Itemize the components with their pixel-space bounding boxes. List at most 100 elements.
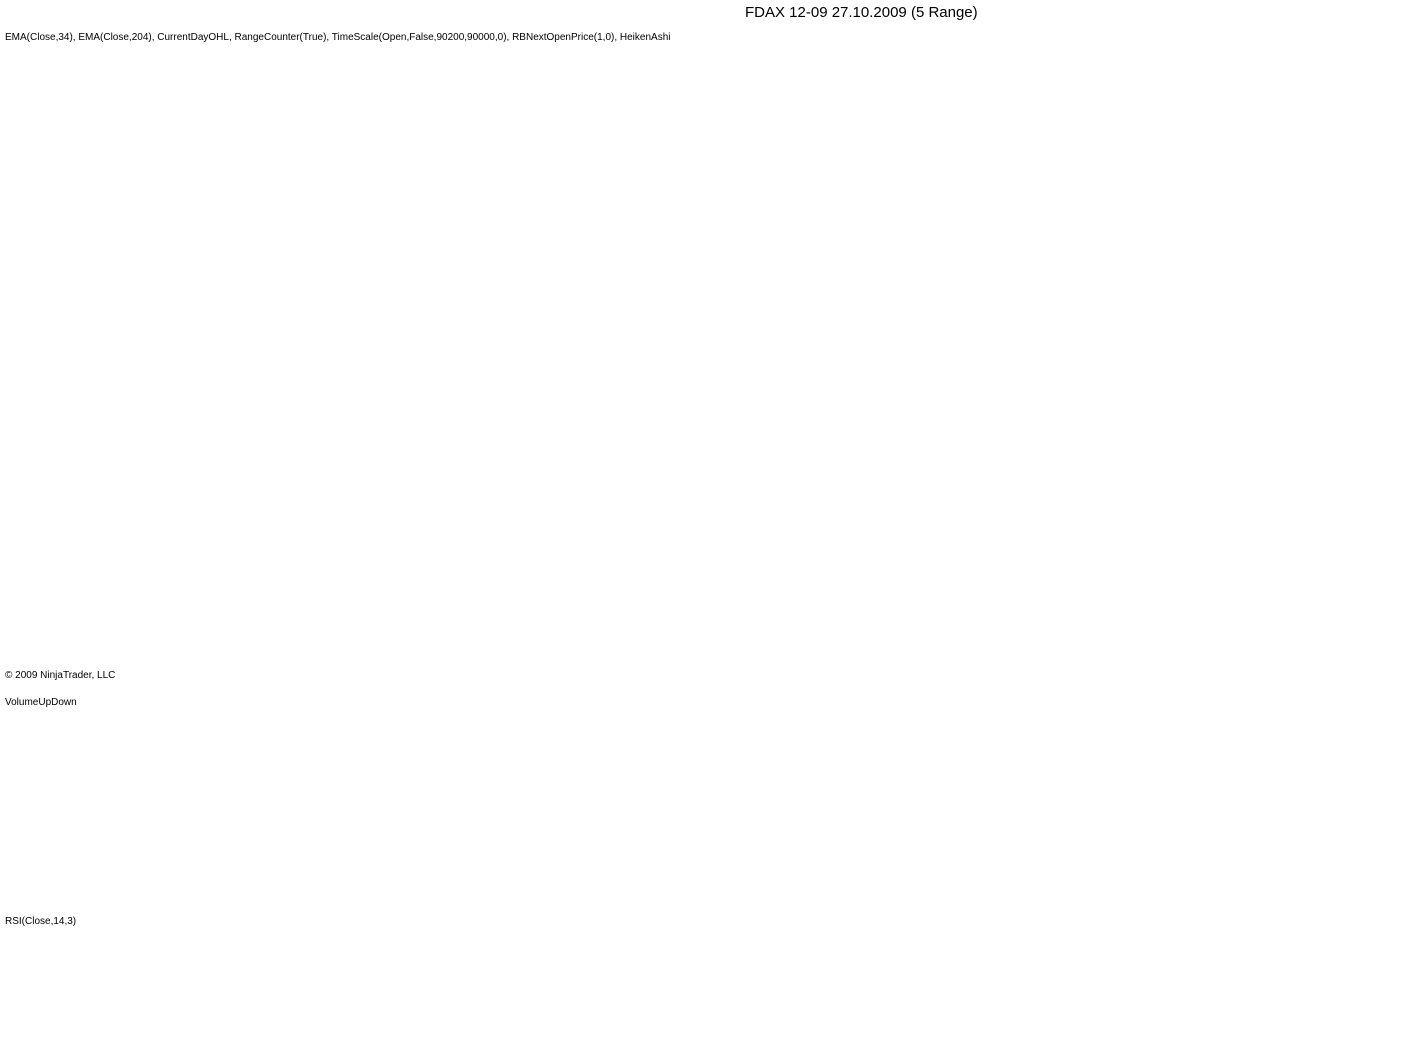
candle-body bbox=[537, 362, 545, 375]
candle-body bbox=[317, 440, 325, 469]
candle-body bbox=[1067, 275, 1075, 300]
candle-body bbox=[1007, 330, 1015, 340]
candle-body bbox=[567, 372, 575, 376]
candle-body bbox=[1357, 378, 1365, 445]
candle-body bbox=[1337, 325, 1345, 370]
candle-body bbox=[447, 262, 455, 320]
candle-body bbox=[937, 270, 945, 279]
time-highlight-band bbox=[1195, 35, 1307, 685]
candle-body bbox=[667, 399, 675, 410]
candle-body bbox=[697, 320, 705, 374]
candle-body bbox=[627, 368, 635, 372]
candle-body bbox=[1147, 265, 1155, 293]
candle-body bbox=[217, 480, 225, 483]
candle-body bbox=[637, 369, 645, 375]
candle-body bbox=[387, 250, 395, 292]
candle-body bbox=[1307, 263, 1315, 300]
candle-body bbox=[747, 240, 755, 284]
ema-204-line bbox=[10, 364, 1422, 484]
candle-body bbox=[777, 150, 785, 213]
candle-body bbox=[917, 270, 925, 283]
candle-body bbox=[437, 244, 445, 280]
candle-body bbox=[67, 370, 75, 408]
day-high-line bbox=[661, 129, 1424, 360]
candle-body bbox=[1387, 457, 1395, 480]
candle-body bbox=[837, 215, 845, 250]
candle-body bbox=[1117, 325, 1125, 334]
candle-body bbox=[467, 315, 475, 370]
candle-body bbox=[967, 303, 975, 330]
day-low-line bbox=[661, 427, 1424, 555]
candle-body bbox=[1297, 256, 1305, 270]
candle-body bbox=[37, 440, 45, 500]
candle-body bbox=[817, 192, 825, 210]
candle-body bbox=[307, 467, 315, 471]
candle-body bbox=[1057, 270, 1065, 281]
chart-title: FDAX 12-09 27.10.2009 (5 Range) bbox=[745, 4, 978, 21]
candle-body bbox=[287, 450, 295, 501]
candle-body bbox=[997, 330, 1005, 333]
candle-body bbox=[1047, 270, 1055, 292]
candle-body bbox=[907, 275, 915, 291]
candle-body bbox=[1317, 281, 1325, 320]
candle-body bbox=[527, 359, 535, 365]
candle-body bbox=[1327, 300, 1335, 350]
candle-body bbox=[357, 290, 365, 365]
candle-body bbox=[517, 355, 525, 364]
copyright-label: © 2009 NinjaTrader, LLC bbox=[5, 670, 116, 681]
volume-panel-label: VolumeUpDown bbox=[5, 697, 77, 708]
candle-body bbox=[1087, 303, 1095, 325]
candle-body bbox=[1227, 279, 1235, 320]
candle-body bbox=[557, 369, 565, 375]
candle-body bbox=[77, 385, 85, 389]
candle-body bbox=[1187, 276, 1195, 280]
indicators-label: EMA(Close,34), EMA(Close,204), CurrentDa… bbox=[5, 32, 671, 43]
candle-body bbox=[1407, 479, 1415, 520]
candle-body bbox=[1287, 255, 1295, 259]
candle-body bbox=[687, 350, 695, 398]
candle-body bbox=[17, 510, 25, 550]
candle-body bbox=[397, 220, 405, 271]
candle-body bbox=[107, 399, 115, 403]
candle-body bbox=[97, 393, 105, 405]
candle-body bbox=[987, 328, 995, 335]
candle-body bbox=[587, 375, 595, 378]
candle-body bbox=[157, 446, 165, 475]
candle-body bbox=[337, 370, 345, 428]
candle-body bbox=[57, 380, 65, 435]
candle-body bbox=[617, 365, 625, 373]
candle-body bbox=[137, 406, 145, 440]
candle-body bbox=[197, 490, 205, 499]
candle-body bbox=[167, 460, 175, 490]
candle-body bbox=[887, 270, 895, 290]
candle-body bbox=[677, 390, 685, 405]
candle-body bbox=[147, 423, 155, 470]
candle-body bbox=[1037, 270, 1045, 314]
chart-canvas[interactable] bbox=[0, 0, 1424, 1050]
candle-body bbox=[1417, 499, 1424, 540]
candle-body bbox=[187, 487, 195, 510]
candle-body bbox=[827, 201, 835, 230]
candle-body bbox=[207, 470, 215, 495]
candle-body bbox=[857, 251, 865, 275]
candle-body bbox=[847, 232, 855, 270]
candle-body bbox=[477, 342, 485, 380]
candle-body bbox=[1157, 265, 1165, 279]
candle-body bbox=[927, 276, 935, 280]
candle-body bbox=[407, 230, 415, 246]
candle-body bbox=[1017, 320, 1025, 336]
candle-body bbox=[867, 263, 875, 280]
candle-body bbox=[127, 402, 135, 410]
candle-body bbox=[957, 287, 965, 320]
candle-body bbox=[577, 373, 585, 380]
candle-body bbox=[1377, 445, 1385, 470]
candle-body bbox=[347, 330, 355, 399]
candle-body bbox=[1197, 270, 1205, 279]
candle-body bbox=[507, 357, 515, 370]
candle-body bbox=[947, 274, 955, 300]
rsi-line bbox=[31, 827, 1353, 1050]
candle-body bbox=[607, 370, 615, 376]
candle-body bbox=[737, 260, 745, 308]
candle-body bbox=[1397, 468, 1405, 490]
candle-body bbox=[1107, 322, 1115, 345]
